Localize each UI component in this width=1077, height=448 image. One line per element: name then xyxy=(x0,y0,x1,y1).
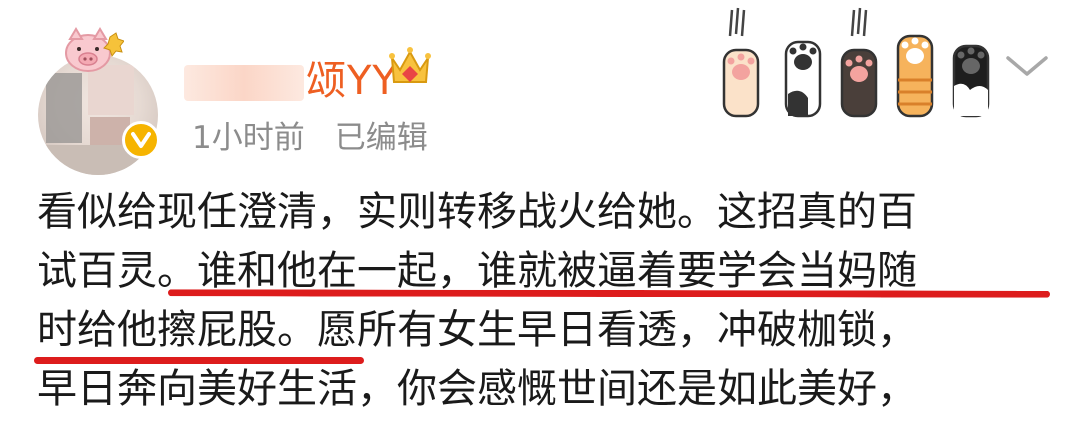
post-text-line: 早日奔向美好生活，你会感慨世间还是如此美好， xyxy=(37,366,917,412)
post-meta: 1小时前 已编辑 xyxy=(192,112,458,157)
pig-pendant-icon xyxy=(65,27,124,72)
username-blurred-part xyxy=(184,65,304,101)
username[interactable]: 颂YY xyxy=(184,48,398,106)
username-text[interactable]: 颂YY xyxy=(306,58,398,104)
red-underline-annotation xyxy=(34,357,364,364)
verified-badge-icon xyxy=(122,121,160,159)
crown-vip-icon xyxy=(389,47,431,83)
cat-paws-decoration-icon xyxy=(722,7,990,118)
edited-label[interactable]: 已编辑 xyxy=(335,120,428,156)
post-text-line: 时给他擦屁股。愿所有女生早日看透，冲破枷锁， xyxy=(37,307,917,353)
post-text: 看似给现任澄清，实则转移战火给她。这招真的百 试百灵。谁和他在一起，谁就被逼着要… xyxy=(37,183,1047,419)
post-time: 1小时前 xyxy=(192,120,305,156)
chevron-down-icon[interactable] xyxy=(1004,52,1050,80)
avatar[interactable] xyxy=(38,25,168,175)
post-text-line: 看似给现任澄清，实则转移战火给她。这招真的百 xyxy=(37,189,917,235)
